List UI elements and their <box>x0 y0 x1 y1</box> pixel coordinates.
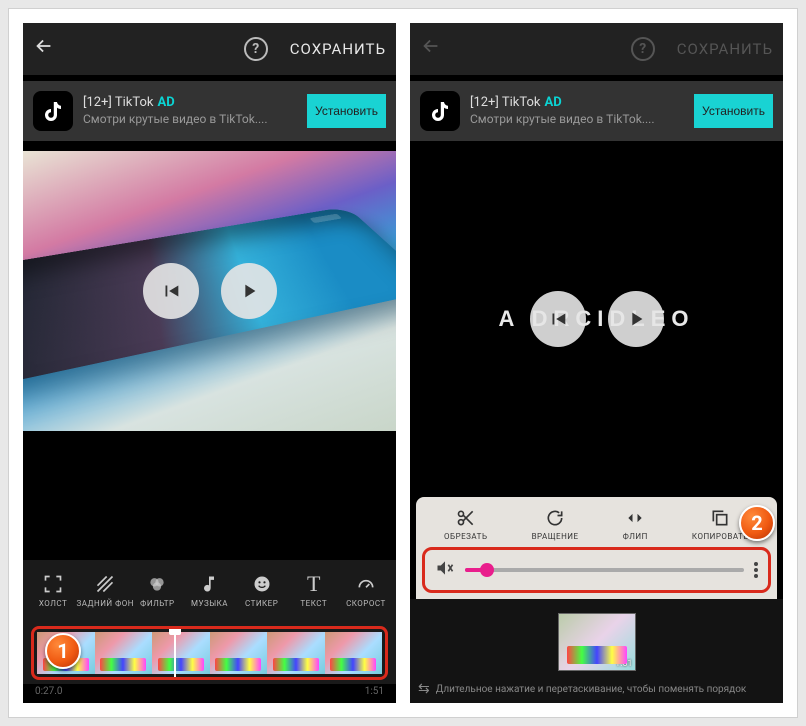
save-button[interactable]: СОХРАНИТЬ <box>290 40 386 58</box>
tiktok-icon <box>420 91 460 131</box>
topbar: ? СОХРАНИТЬ <box>23 23 396 75</box>
tool-background[interactable]: ЗАДНИЙ ФОН <box>79 573 131 608</box>
install-button[interactable]: Установить <box>694 94 773 128</box>
text-icon: T <box>307 573 320 595</box>
skip-back-button[interactable] <box>143 263 199 319</box>
right-screenshot: ? СОХРАНИТЬ [12+] TikTokAD Смотри крутые… <box>410 23 783 703</box>
save-button[interactable]: СОХРАНИТЬ <box>677 40 773 58</box>
tools-scrollbar[interactable]: ХОЛСТ ЗАДНИЙ ФОН ФИЛЬТР МУЗЫКА СТИКЕР T … <box>23 560 396 620</box>
tool-text[interactable]: T ТЕКСТ <box>288 573 340 608</box>
tool-speed[interactable]: СКОРОСТ <box>340 573 392 608</box>
back-arrow-icon[interactable] <box>420 35 442 63</box>
tool-filter[interactable]: ФИЛЬТР <box>131 573 183 608</box>
video-preview[interactable]: A DRCIDLEO <box>410 141 783 497</box>
callout-1: 1 <box>45 633 81 669</box>
ad-text: [12+] TikTokAD Смотри крутые видео в Tik… <box>83 95 297 127</box>
swap-icon: ⇆ <box>418 681 430 697</box>
ad-text: [12+] TikTokAD Смотри крутые видео в Tik… <box>470 95 684 127</box>
mute-icon[interactable] <box>435 558 455 582</box>
rotate-icon <box>545 507 565 529</box>
skip-back-button[interactable] <box>530 291 586 347</box>
volume-slider[interactable] <box>465 568 744 572</box>
ad-banner[interactable]: [12+] TikTokAD Смотри крутые видео в Tik… <box>23 81 396 141</box>
scissors-icon <box>456 507 476 529</box>
video-preview[interactable] <box>23 151 396 431</box>
tool-sticker[interactable]: СТИКЕР <box>236 573 288 608</box>
smiley-icon <box>252 573 272 595</box>
play-button[interactable] <box>221 263 277 319</box>
topbar: ? СОХРАНИТЬ <box>410 23 783 75</box>
gauge-icon <box>356 573 376 595</box>
fullscreen-icon <box>43 573 63 595</box>
clip-tools-panel: ОБРЕЗАТЬ ВРАЩЕНИЕ ФЛИП КОПИРОВАТЬ <box>416 497 777 599</box>
flip-icon <box>625 507 645 529</box>
ad-banner[interactable]: [12+] TikTokAD Смотри крутые видео в Tik… <box>410 81 783 141</box>
hatch-icon <box>95 573 115 595</box>
help-icon[interactable]: ? <box>631 37 655 61</box>
clip-thumbnail[interactable]: 1:51 <box>558 613 636 671</box>
music-note-icon <box>199 573 219 595</box>
tool-rotate[interactable]: ВРАЩЕНИЕ <box>532 507 579 541</box>
tool-music[interactable]: МУЗЫКА <box>183 573 235 608</box>
copy-icon <box>710 507 730 529</box>
left-screenshot: ? СОХРАНИТЬ [12+] TikTokAD Смотри крутые… <box>23 23 396 703</box>
volume-row <box>422 547 771 593</box>
time-cues: 0:27.0 1:51 <box>23 684 396 703</box>
play-button[interactable] <box>608 291 664 347</box>
back-arrow-icon[interactable] <box>33 35 55 63</box>
tiktok-icon <box>33 91 73 131</box>
more-menu-icon[interactable] <box>754 562 758 578</box>
tool-flip[interactable]: ФЛИП <box>623 507 648 541</box>
help-icon[interactable]: ? <box>244 37 268 61</box>
clip-area: 1:51 <box>410 599 783 675</box>
install-button[interactable]: Установить <box>307 94 386 128</box>
tool-trim[interactable]: ОБРЕЗАТЬ <box>444 507 487 541</box>
venn-icon <box>147 573 167 595</box>
reorder-hint: ⇆ Длительное нажатие и перетаскивание, ч… <box>410 675 783 703</box>
callout-2: 2 <box>739 505 775 541</box>
tool-canvas[interactable]: ХОЛСТ <box>27 573 79 608</box>
